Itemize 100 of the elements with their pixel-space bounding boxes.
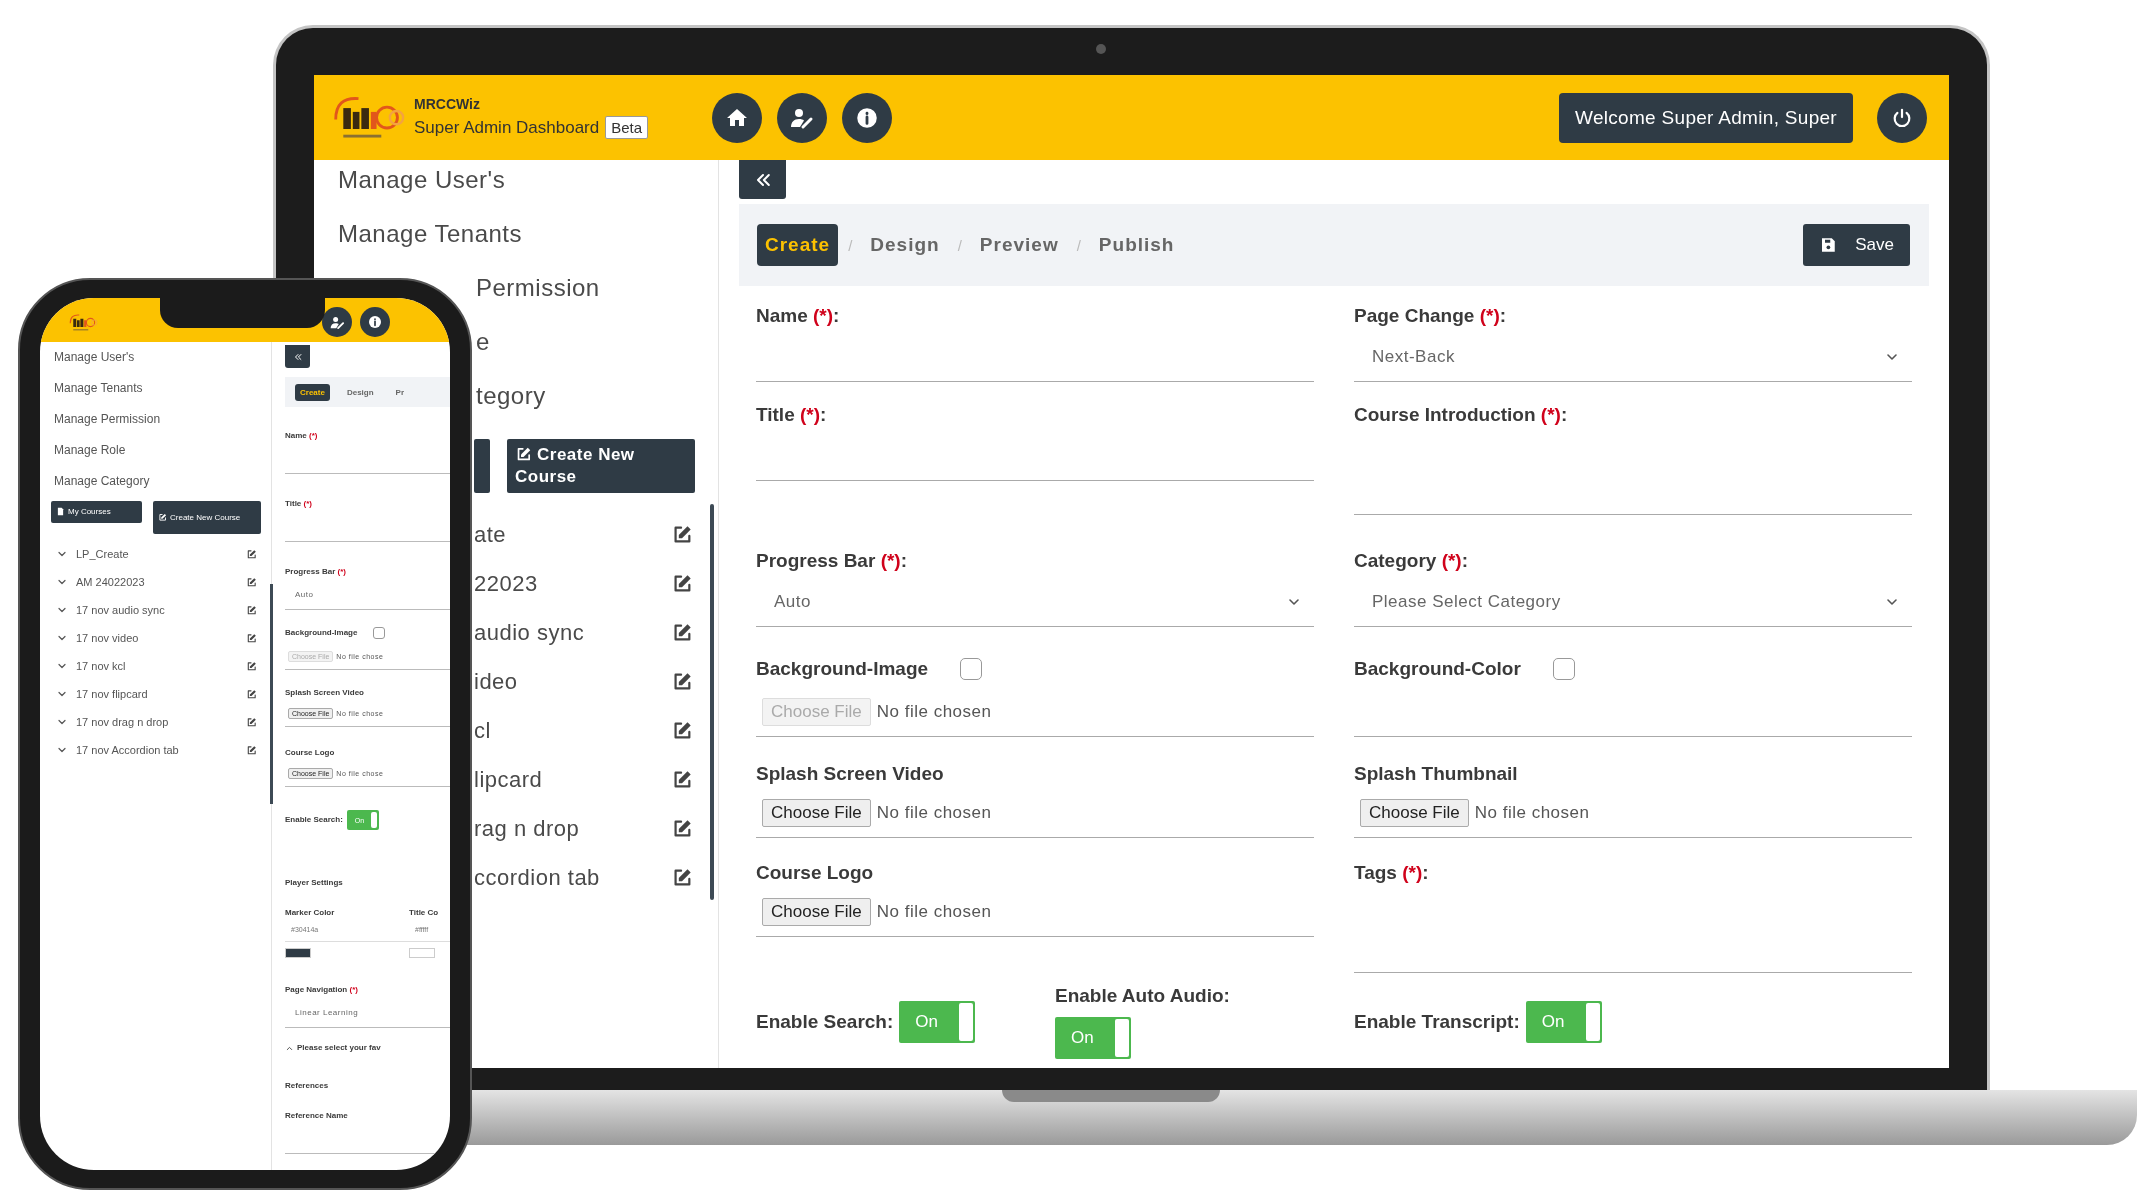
field-label: Title Co [409, 908, 440, 918]
select-field[interactable]: Next-Back [1354, 332, 1912, 382]
step-tab[interactable]: Pr [390, 383, 410, 401]
sidebar-item[interactable]: Manage Tenants [314, 214, 718, 268]
field-label: Reference Name [285, 1111, 349, 1121]
select-field[interactable]: Linear Learning [285, 998, 450, 1028]
field-label: Course Logo [285, 748, 336, 758]
edit-icon [671, 621, 693, 644]
select-field[interactable]: Auto [285, 580, 450, 610]
edit-icon [246, 660, 257, 672]
info-button[interactable] [360, 307, 390, 337]
sidebar-item[interactable]: tegory [476, 376, 718, 430]
field-label: Category (*): [1354, 550, 1470, 572]
welcome-button[interactable]: Welcome Super Admin, Super [1559, 92, 1853, 143]
collapse-button[interactable] [739, 160, 786, 199]
edit-icon [246, 604, 257, 616]
sidebar-item[interactable]: Manage Category [40, 466, 271, 497]
field-label: Background-Image [285, 628, 358, 638]
field-label: Name (*) [285, 431, 319, 441]
color-swatch[interactable] [285, 948, 311, 958]
brand-name: MRCCWiz [414, 96, 481, 112]
sidebar-item[interactable]: e [476, 322, 718, 376]
course-item[interactable]: AM 24022023 [76, 576, 238, 588]
sidebar-item[interactable]: Manage Permission [40, 404, 271, 435]
select-field[interactable]: Auto [756, 577, 1314, 627]
edit-icon [515, 446, 532, 463]
checkbox[interactable] [960, 658, 983, 680]
save-button[interactable]: Save [1803, 224, 1910, 266]
course-item[interactable]: 22023 [474, 570, 663, 597]
collapse-header[interactable]: Please select your fav [297, 1043, 381, 1053]
my-courses-button[interactable]: My Courses [51, 501, 142, 523]
select-field[interactable]: Please Select Category [1354, 577, 1912, 627]
edit-icon [671, 768, 693, 791]
sidebar-item[interactable]: Manage User's [40, 342, 271, 373]
scrollbar[interactable] [270, 584, 273, 804]
course-item[interactable]: audio sync [474, 619, 663, 646]
course-item[interactable]: ate [474, 521, 663, 548]
checkbox[interactable] [373, 627, 386, 639]
breadcrumb-separator: / [848, 236, 853, 254]
field-label: Title (*): [756, 404, 828, 426]
breadcrumb-separator: / [1076, 236, 1081, 254]
step-tab[interactable]: Create [295, 383, 330, 401]
field-label: Splash Thumbnail [1354, 763, 1519, 785]
course-item[interactable]: rag n drop [474, 815, 663, 842]
step-tab[interactable]: Design [862, 224, 948, 266]
save-icon [1819, 236, 1838, 254]
scrollbar[interactable] [710, 504, 714, 900]
course-item[interactable]: 17 nov kcl [76, 660, 238, 672]
document-icon [56, 507, 65, 516]
choose-file-button[interactable]: Choose File [762, 897, 871, 926]
course-item[interactable]: cl [474, 717, 663, 744]
dashboard-title: Super Admin Dashboard [414, 117, 600, 138]
file-status: No file chosen [1474, 802, 1590, 823]
sidebar-item[interactable]: Manage Role [40, 435, 271, 466]
section-heading: Player Settings [285, 878, 344, 888]
edit-icon [671, 719, 693, 742]
choose-file-button[interactable]: Choose File [762, 798, 871, 827]
section-heading: References [285, 1081, 330, 1091]
edit-icon [671, 523, 693, 546]
camera-dot [1096, 44, 1106, 54]
course-item[interactable]: ccordion tab [474, 864, 663, 891]
course-item[interactable]: ideo [474, 668, 663, 695]
edit-icon [671, 572, 693, 595]
sidebar-item[interactable]: Manage Tenants [40, 373, 271, 404]
edit-icon [671, 670, 693, 693]
file-status: No file chosen [876, 901, 992, 922]
user-button[interactable] [322, 307, 352, 337]
user-edit-icon [329, 314, 345, 330]
course-item[interactable]: 17 nov video [76, 632, 238, 644]
sidebar-item[interactable]: Manage User's [314, 160, 718, 214]
course-item[interactable]: 17 nov drag n drop [76, 716, 238, 728]
create-course-button[interactable]: Create New Course [507, 439, 695, 493]
power-icon [1891, 106, 1913, 129]
checkbox[interactable] [1552, 658, 1575, 680]
step-tab[interactable]: Preview [971, 224, 1067, 266]
edit-icon [246, 576, 257, 588]
course-item[interactable]: 17 nov audio sync [76, 604, 238, 616]
course-item[interactable]: lipcard [474, 766, 663, 793]
choose-file-button[interactable]: Choose File [1360, 798, 1469, 827]
course-item[interactable]: 17 nov flipcard [76, 688, 238, 700]
field-label: Progress Bar (*): [756, 550, 908, 572]
sidebar-item[interactable]: Permission [476, 268, 718, 322]
field-label: Splash Screen Video [285, 688, 365, 698]
edit-icon [671, 866, 693, 889]
power-button[interactable] [1877, 92, 1927, 143]
field-label: Enable Auto Audio: [1055, 985, 1230, 1007]
field-label: Course Logo [756, 862, 875, 884]
field-label: Title (*) [285, 499, 313, 509]
field-label: Background-Color [1354, 658, 1521, 680]
color-swatch[interactable] [409, 948, 435, 958]
collapse-button[interactable] [285, 345, 310, 368]
field-label: Page Change (*): [1354, 305, 1508, 327]
step-tab[interactable]: Design [341, 383, 379, 401]
step-tab[interactable]: Publish [1090, 224, 1183, 266]
course-item[interactable]: 17 nov Accordion tab [76, 744, 238, 756]
field-label: Enable Search: [756, 1011, 894, 1033]
edit-icon [246, 716, 257, 728]
course-item[interactable]: LP_Create [76, 548, 238, 560]
step-tab[interactable]: Create [757, 224, 839, 266]
create-course-button[interactable]: Create New Course [153, 501, 261, 534]
